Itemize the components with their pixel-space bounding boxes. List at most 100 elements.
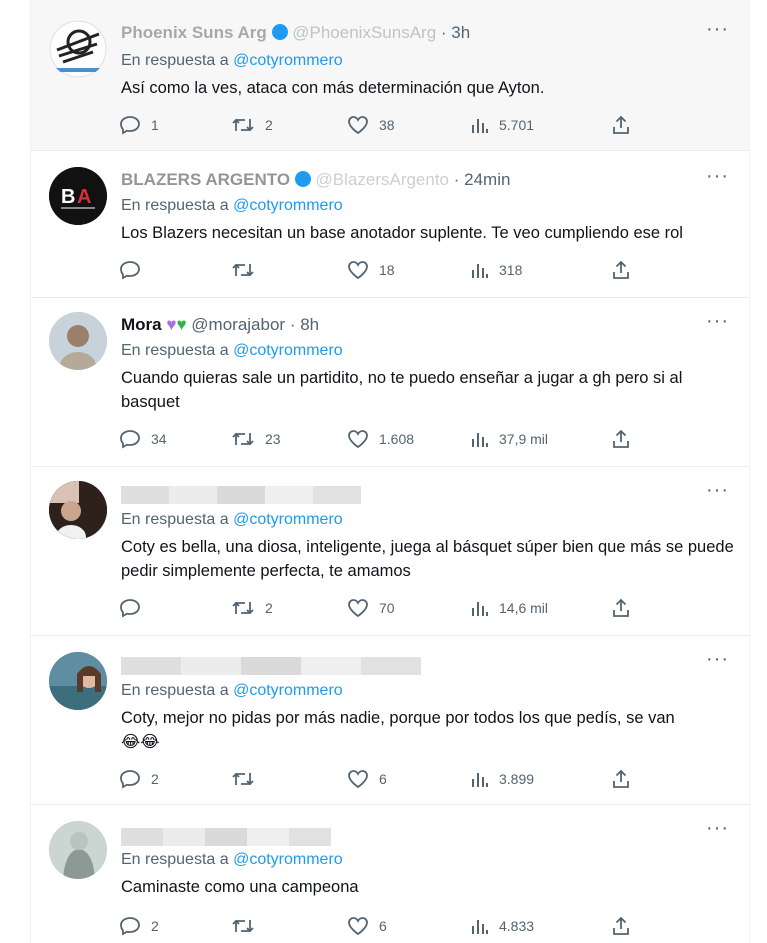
share-button[interactable] (611, 597, 631, 619)
reply-header: BLAZERS ARGENTO @BlazersArgento · 24min (121, 169, 510, 191)
like-button[interactable]: 38 (347, 114, 395, 136)
avatar[interactable] (49, 312, 107, 370)
retweet-button[interactable]: 2 (231, 597, 273, 619)
views-icon (472, 602, 488, 616)
views-count: 4.833 (499, 918, 535, 934)
reply-header: Mora ♥♥ @morajabor · 8h (121, 314, 319, 336)
share-icon (613, 916, 629, 935)
action-bar: 18 318 (119, 259, 639, 281)
timestamp[interactable]: · 24min (454, 170, 511, 189)
reply-context: En respuesta a @cotyrommero (121, 52, 343, 70)
like-button[interactable]: 6 (347, 768, 387, 790)
like-button[interactable]: 1.608 (347, 428, 414, 450)
author-name[interactable]: Mora (121, 315, 162, 334)
retweet-button[interactable]: 2 (231, 114, 273, 136)
like-button[interactable]: 70 (347, 597, 395, 619)
more-options-icon[interactable]: ··· (706, 18, 729, 41)
tweet-text: Así como la ves, ataca con más determina… (121, 79, 545, 97)
author-handle[interactable]: @BlazersArgento (316, 170, 450, 189)
reply-tweet[interactable]: ··· En respuesta a @cotyrommero Caminast… (31, 805, 749, 943)
more-options-icon[interactable]: ··· (706, 648, 729, 671)
mention-link[interactable]: @cotyrommero (233, 851, 343, 868)
verified-badge-icon (294, 171, 311, 187)
retweet-button[interactable] (231, 915, 265, 937)
svg-text:B: B (61, 186, 75, 208)
like-button[interactable]: 18 (347, 259, 395, 281)
views-icon (472, 773, 488, 787)
retweet-button[interactable] (231, 768, 265, 790)
reply-button[interactable]: 1 (119, 114, 159, 136)
action-bar: 2 6 4.833 (119, 915, 639, 937)
views-button[interactable]: 3.899 (471, 768, 534, 790)
tweet-text: Cuando quieras sale un partidito, no te … (121, 369, 683, 411)
reply-icon (120, 599, 140, 618)
like-icon (348, 917, 368, 936)
blurred-author-name (121, 827, 331, 846)
share-button[interactable] (611, 428, 631, 450)
reply-tweet[interactable]: ··· En respuesta a @cotyrommero Coty, me… (31, 636, 749, 805)
reply-tweet[interactable]: Phoenix Suns Arg @PhoenixSunsArg · 3h ··… (31, 0, 749, 151)
like-button[interactable]: 6 (347, 915, 387, 937)
timestamp[interactable]: · 8h (290, 315, 319, 334)
reply-button[interactable] (119, 259, 151, 281)
author-name[interactable]: BLAZERS ARGENTO (121, 170, 290, 189)
action-bar: 2 6 3.899 (119, 768, 639, 790)
timestamp[interactable]: · 3h (441, 23, 470, 42)
author-handle[interactable]: @morajabor (191, 315, 285, 334)
mention-link[interactable]: @cotyrommero (233, 682, 343, 699)
author-name[interactable]: Phoenix Suns Arg (121, 23, 267, 42)
share-icon (613, 115, 629, 134)
reply-button[interactable]: 34 (119, 428, 167, 450)
reply-context: En respuesta a @cotyrommero (121, 682, 343, 700)
share-button[interactable] (611, 768, 631, 790)
views-button[interactable]: 14,6 mil (471, 597, 548, 619)
reply-tweet[interactable]: Mora ♥♥ @morajabor · 8h ··· En respuesta… (31, 298, 749, 467)
avatar[interactable] (49, 20, 107, 78)
reply-button[interactable] (119, 597, 151, 619)
mention-link[interactable]: @cotyrommero (233, 197, 343, 214)
more-options-icon[interactable]: ··· (706, 817, 729, 840)
reply-tweet[interactable]: ··· En respuesta a @cotyrommero Coty es … (31, 467, 749, 636)
mention-link[interactable]: @cotyrommero (233, 52, 343, 69)
views-button[interactable]: 318 (471, 259, 522, 281)
views-button[interactable]: 37,9 mil (471, 428, 548, 450)
reply-tweet[interactable]: B A BLAZERS ARGENTO @BlazersArgento · 24… (31, 151, 749, 298)
retweet-button[interactable]: 23 (231, 428, 281, 450)
views-count: 3.899 (499, 771, 535, 787)
reply-header: Phoenix Suns Arg @PhoenixSunsArg · 3h (121, 22, 470, 44)
avatar[interactable] (49, 481, 107, 539)
author-handle[interactable]: @PhoenixSunsArg (292, 23, 436, 42)
views-button[interactable]: 5.701 (471, 114, 534, 136)
tweet-text-body: Coty, mejor no pidas por más nadie, porq… (121, 709, 675, 727)
action-bar: 34 23 1.608 37,9 mil (119, 428, 639, 450)
avatar[interactable]: B A (49, 167, 107, 225)
retweet-count: 2 (265, 600, 273, 616)
avatar[interactable] (49, 821, 107, 879)
like-count: 1.608 (379, 431, 415, 447)
views-button[interactable]: 4.833 (471, 915, 534, 937)
mention-link[interactable]: @cotyrommero (233, 342, 343, 359)
views-count: 14,6 mil (499, 600, 549, 616)
avatar[interactable] (49, 652, 107, 710)
reply-button[interactable]: 2 (119, 915, 159, 937)
retweet-icon (232, 772, 254, 786)
views-icon (472, 119, 488, 133)
more-options-icon[interactable]: ··· (706, 165, 729, 188)
more-options-icon[interactable]: ··· (706, 310, 729, 333)
share-button[interactable] (611, 259, 631, 281)
action-bar: 2 70 14,6 mil (119, 597, 639, 619)
reply-button[interactable]: 2 (119, 768, 159, 790)
reply-header (121, 825, 331, 847)
reply-context: En respuesta a @cotyrommero (121, 197, 343, 215)
share-icon (613, 429, 629, 448)
reply-icon (120, 770, 140, 789)
reply-count: 2 (151, 918, 159, 934)
retweet-button[interactable] (231, 259, 265, 281)
purple-heart-icon: ♥ (166, 315, 177, 334)
share-button[interactable] (611, 114, 631, 136)
reply-prefix: En respuesta a (121, 342, 229, 359)
share-button[interactable] (611, 915, 631, 937)
reply-count: 1 (151, 117, 159, 133)
more-options-icon[interactable]: ··· (706, 479, 729, 502)
mention-link[interactable]: @cotyrommero (233, 511, 343, 528)
